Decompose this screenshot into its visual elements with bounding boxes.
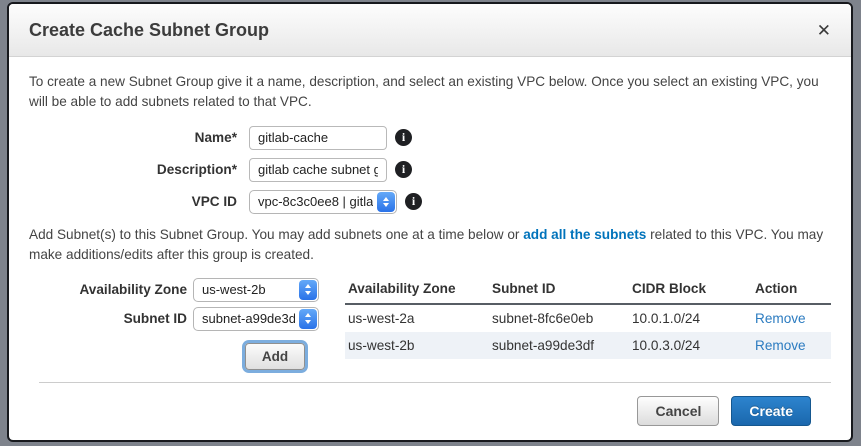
name-input[interactable] — [249, 126, 387, 150]
dialog-body: To create a new Subnet Group give it a n… — [9, 57, 851, 426]
subnet-table: Availability Zone Subnet ID CIDR Block A… — [345, 278, 831, 359]
remove-link[interactable]: Remove — [755, 311, 806, 326]
cell-availability-zone: us-west-2b — [345, 332, 490, 359]
description-row: Description* i — [29, 158, 831, 182]
cell-cidr-block: 10.0.3.0/24 — [630, 332, 753, 359]
description-input[interactable] — [249, 158, 387, 182]
create-cache-subnet-group-dialog: Create Cache Subnet Group ✕ To create a … — [7, 2, 853, 442]
description-info-icon[interactable]: i — [395, 161, 412, 178]
add-subnet-text: Add Subnet(s) to this Subnet Group. You … — [29, 225, 831, 266]
add-button-focus-ring: Add — [245, 343, 305, 370]
header-action: Action — [753, 278, 831, 304]
vpc-info-icon[interactable]: i — [405, 193, 422, 210]
cell-subnet-id: subnet-8fc6e0eb — [490, 304, 630, 332]
table-row: us-west-2a subnet-8fc6e0eb 10.0.1.0/24 R… — [345, 304, 831, 332]
close-icon[interactable]: ✕ — [817, 22, 831, 39]
select-stepper-icon — [299, 280, 317, 300]
name-row: Name* i — [29, 126, 831, 150]
vpc-select[interactable]: vpc-8c3c0ee8 | gitlab — [249, 190, 397, 214]
header-availability-zone: Availability Zone — [345, 278, 490, 304]
header-cidr-block: CIDR Block — [630, 278, 753, 304]
dialog-title: Create Cache Subnet Group — [29, 20, 269, 41]
table-header-row: Availability Zone Subnet ID CIDR Block A… — [345, 278, 831, 304]
intro-text: To create a new Subnet Group give it a n… — [29, 72, 831, 113]
create-button[interactable]: Create — [731, 396, 811, 426]
dialog-footer: Cancel Create — [29, 383, 831, 426]
availability-zone-row: Availability Zone us-west-2b — [29, 278, 345, 302]
add-subnet-text-before: Add Subnet(s) to this Subnet Group. You … — [29, 227, 523, 242]
vpc-select-value: vpc-8c3c0ee8 | gitlab — [258, 194, 373, 209]
subnet-id-label: Subnet ID — [29, 311, 187, 326]
add-all-subnets-link[interactable]: add all the subnets — [523, 227, 646, 242]
cell-cidr-block: 10.0.1.0/24 — [630, 304, 753, 332]
subnet-id-select-value: subnet-a99de3df — [202, 311, 295, 326]
select-stepper-icon — [377, 192, 395, 212]
dialog-header: Create Cache Subnet Group ✕ — [9, 4, 851, 57]
header-subnet-id: Subnet ID — [490, 278, 630, 304]
cell-availability-zone: us-west-2a — [345, 304, 490, 332]
cell-subnet-id: subnet-a99de3df — [490, 332, 630, 359]
availability-zone-select[interactable]: us-west-2b — [193, 278, 319, 302]
availability-zone-select-value: us-west-2b — [202, 282, 266, 297]
cancel-button[interactable]: Cancel — [637, 396, 719, 426]
table-row: us-west-2b subnet-a99de3df 10.0.3.0/24 R… — [345, 332, 831, 359]
subnet-picker-section: Availability Zone us-west-2b Subnet ID s… — [29, 278, 831, 370]
subnet-id-select[interactable]: subnet-a99de3df — [193, 307, 319, 331]
vpc-row: VPC ID vpc-8c3c0ee8 | gitlab i — [29, 190, 831, 214]
select-stepper-icon — [299, 309, 317, 329]
availability-zone-label: Availability Zone — [29, 282, 187, 297]
vpc-label: VPC ID — [29, 194, 237, 209]
add-button[interactable]: Add — [245, 343, 305, 370]
remove-link[interactable]: Remove — [755, 338, 806, 353]
name-info-icon[interactable]: i — [395, 129, 412, 146]
description-label: Description* — [29, 162, 237, 177]
subnet-picker-controls: Availability Zone us-west-2b Subnet ID s… — [29, 278, 345, 370]
name-label: Name* — [29, 130, 237, 145]
subnet-id-row: Subnet ID subnet-a99de3df — [29, 307, 345, 331]
